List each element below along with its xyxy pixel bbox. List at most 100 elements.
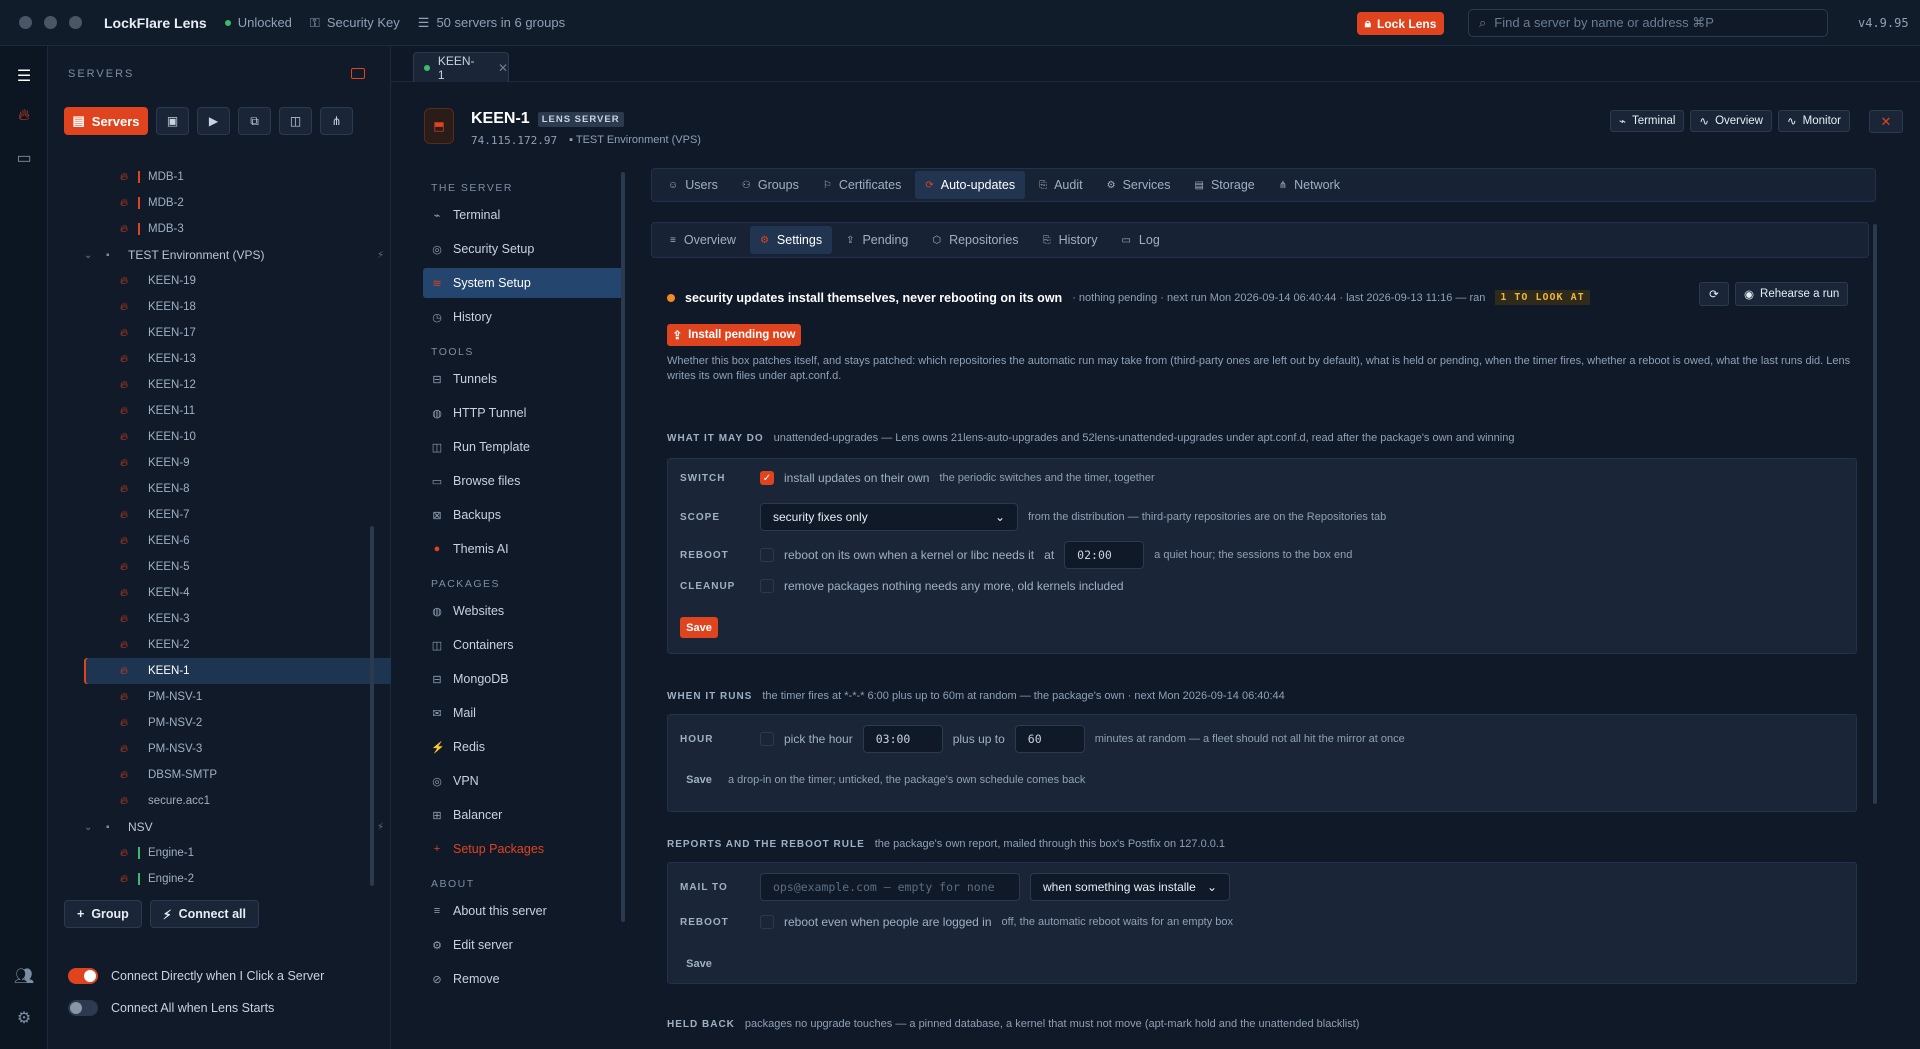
subnav-item-containers[interactable]: ◫ Containers [423,630,623,660]
tab-keen-1[interactable]: KEEN-1 ✕ [413,52,509,82]
settings-gear-icon[interactable]: ⚙ [12,1006,36,1030]
server-row[interactable]: 🔥︎ KEEN-12 [84,372,400,398]
server-row[interactable]: 🔥︎ KEEN-8 [84,476,400,502]
server-row[interactable]: 🔥︎ KEEN-13 [84,346,400,372]
server-row[interactable]: 🔥︎ KEEN-11 [84,398,400,424]
lightning-icon[interactable]: ⚡︎ [377,822,384,833]
group-row[interactable]: ⌄ ▪ NSV ⚡︎ [84,814,400,840]
server-row[interactable]: 🔥︎ MDB-1 [84,164,400,190]
tab-certificates[interactable]: ⚐ Certificates [813,171,912,199]
close-tab-icon[interactable]: ✕ [498,61,508,75]
lock-lens-button[interactable]: 🔒︎ Lock Lens [1357,12,1444,35]
subnav-item-themis-ai[interactable]: ● Themis AI [423,534,623,564]
close-window-button[interactable] [19,16,32,29]
subnav-item-terminal[interactable]: ⌁ Terminal [423,200,623,230]
server-row[interactable]: 🔥︎ KEEN-10 [84,424,400,450]
server-row[interactable]: 🔥︎ PM-NSV-1 [84,684,400,710]
subnav-item-system-setup[interactable]: ≋ System Setup [423,268,623,298]
server-row[interactable]: 🔥︎ Engine-1 [84,840,400,866]
rehearse-run-button[interactable]: ◉ Rehearse a run [1735,282,1849,306]
switch-checkbox[interactable]: ✓ [760,471,774,485]
minimize-window-button[interactable] [44,16,57,29]
mail-when-select[interactable]: when something was installe ⌄ [1030,873,1230,901]
tab-storage[interactable]: ▤ Storage [1185,171,1265,199]
server-row[interactable]: 🔥︎ KEEN-7 [84,502,400,528]
subnav-scrollbar[interactable] [621,172,625,922]
tab-services[interactable]: ⚙ Services [1097,171,1181,199]
server-row[interactable]: 🔥︎ MDB-2 [84,190,400,216]
server-search-input[interactable]: ⌕ Find a server by name or address ⌘P [1468,9,1828,37]
connect-all-toggle[interactable] [68,1000,98,1016]
subnav-item-remove[interactable]: ⊘ Remove [423,964,623,994]
subnav-item-browse-files[interactable]: ▭ Browse files [423,466,623,496]
subnav-item-http-tunnel[interactable]: ◍ HTTP Tunnel [423,398,623,428]
server-row[interactable]: 🔥︎ secure.acc1 [84,788,400,814]
users-rail-icon[interactable]: 👥︎ [12,964,36,988]
subnav-item-about-this-server[interactable]: ≡ About this server [423,896,623,926]
subnav-item-run-template[interactable]: ◫ Run Template [423,432,623,462]
connect-all-button[interactable]: ⚡︎ Connect all [149,900,259,928]
folder-rail-icon[interactable]: ▭ [12,146,36,170]
terminal-button[interactable]: ⌁ Terminal [1610,110,1685,132]
subtab-settings[interactable]: ⚙ Settings [749,226,833,254]
server-row[interactable]: 🔥︎ KEEN-2 [84,632,400,658]
code-icon-button[interactable]: ⧉ [238,107,271,135]
subnav-item-mail[interactable]: ✉ Mail [423,698,623,728]
refresh-icon-button[interactable]: ⟳ [1699,282,1729,306]
subnav-item-edit-server[interactable]: ⚙ Edit server [423,930,623,960]
subnav-item-redis[interactable]: ⚡ Redis [423,732,623,762]
server-row[interactable]: 🔥︎ KEEN-9 [84,450,400,476]
server-row[interactable]: 🔥︎ KEEN-3 [84,606,400,632]
package-icon-button[interactable]: ◫ [279,107,312,135]
reports-save-button[interactable]: Save [680,953,718,974]
monitor-button[interactable]: ∿ Monitor [1778,110,1850,132]
server-row[interactable]: 🔥︎ MDB-3 [84,216,400,242]
subtab-pending[interactable]: ⇪ Pending [836,226,918,254]
server-row[interactable]: 🔥︎ DBSM-SMTP [84,762,400,788]
server-row[interactable]: 🔥︎ Engine-2 [84,866,400,892]
cleanup-checkbox[interactable] [760,579,774,593]
mail-to-input[interactable]: ops@example.com — empty for none [760,873,1020,901]
subnav-item-tunnels[interactable]: ⊟ Tunnels [423,364,623,394]
tab-users[interactable]: ☺ Users [658,171,728,199]
lightning-icon[interactable]: ⚡︎ [377,250,384,261]
disconnect-close-button[interactable]: ✕ [1869,110,1903,133]
flame-rail-icon[interactable]: 🔥︎ [12,104,36,128]
tab-audit[interactable]: ⎘ Audit [1029,171,1093,199]
server-row[interactable]: 🔥︎ KEEN-5 [84,554,400,580]
group-row[interactable]: ⌄ ▪ TEST Environment (VPS) ⚡︎ [84,242,400,268]
server-row[interactable]: 🔥︎ KEEN-17 [84,320,400,346]
scope-select[interactable]: security fixes only ⌄ [760,503,1018,531]
add-group-button[interactable]: + Group [64,900,142,928]
play-icon-button[interactable]: ▶ [197,107,230,135]
subtab-repositories[interactable]: ⬡ Repositories [922,226,1028,254]
subtab-log[interactable]: ▭ Log [1111,226,1169,254]
what-save-button[interactable]: Save [680,617,718,638]
terminal-icon-button[interactable]: ▣ [156,107,189,135]
subnav-item-history[interactable]: ◷ History [423,302,623,332]
servers-button[interactable]: ▤ Servers [64,107,148,135]
subtab-history[interactable]: ⎘ History [1033,226,1108,254]
sidebar-collapse-icon[interactable] [351,68,365,79]
network-icon-button[interactable]: ⋔ [320,107,353,135]
server-row[interactable]: 🔥︎ KEEN-1 [84,658,400,684]
hour-checkbox[interactable] [760,732,774,746]
reboot-checkbox[interactable] [760,548,774,562]
subtab-overview[interactable]: ≡ Overview [660,226,746,254]
server-row[interactable]: 🔥︎ KEEN-6 [84,528,400,554]
server-row[interactable]: 🔥︎ PM-NSV-3 [84,736,400,762]
server-row[interactable]: 🔥︎ KEEN-18 [84,294,400,320]
tab-auto-updates[interactable]: ⟳ Auto-updates [915,171,1026,199]
server-row[interactable]: 🔥︎ PM-NSV-2 [84,710,400,736]
subnav-item-balancer[interactable]: ⊞ Balancer [423,800,623,830]
zoom-window-button[interactable] [69,16,82,29]
servers-rail-icon[interactable]: ☰ [12,64,36,88]
overview-button[interactable]: ∿ Overview [1690,110,1772,132]
install-pending-button[interactable]: ⇪ Install pending now [667,324,801,346]
content-scrollbar[interactable] [1873,224,1877,804]
server-row[interactable]: 🔥︎ KEEN-19 [84,268,400,294]
random-minutes-input[interactable]: 60 [1014,725,1085,753]
look-badge[interactable]: 1 TO LOOK AT [1495,290,1590,305]
sidebar-scrollbar[interactable] [370,526,374,886]
tab-groups[interactable]: ⚇ Groups [732,171,809,199]
